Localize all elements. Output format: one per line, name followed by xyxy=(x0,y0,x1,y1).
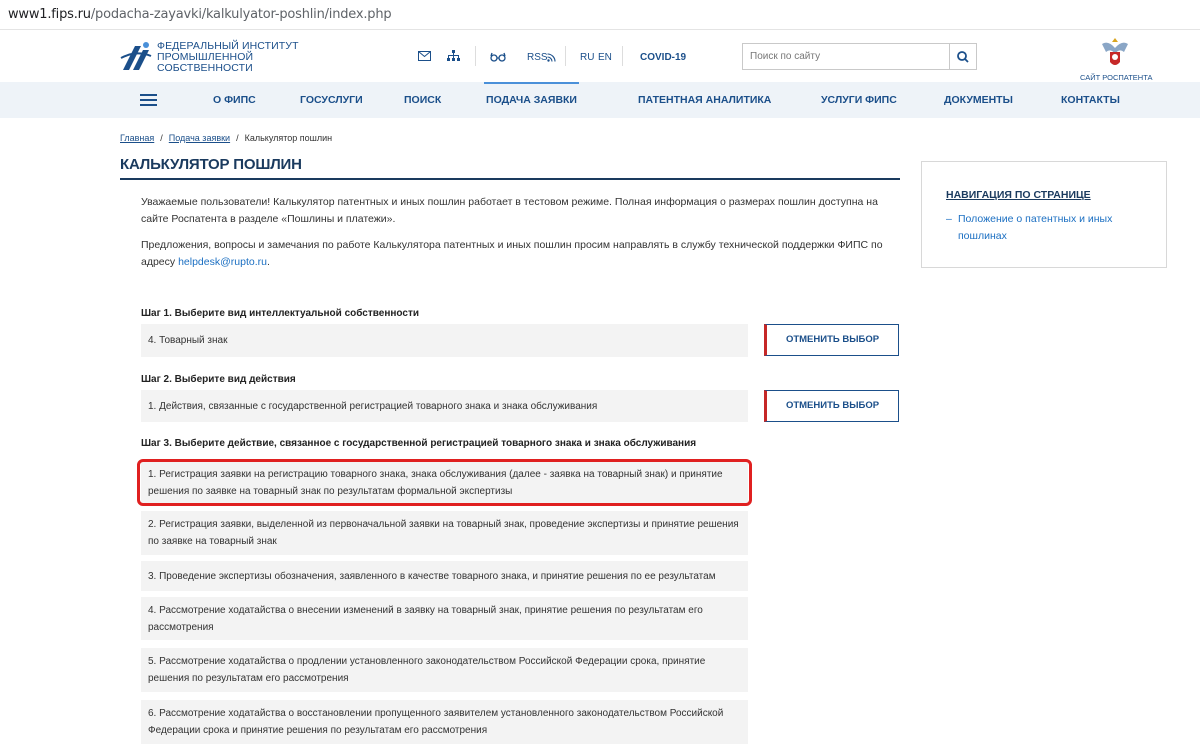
search-icon xyxy=(957,50,969,63)
rss-icon[interactable] xyxy=(547,50,556,65)
main-nav: О ФИПС ГОСУСЛУГИ ПОИСК ПОДАЧА ЗАЯВКИ ПАТ… xyxy=(0,82,1200,118)
title-divider xyxy=(120,178,900,180)
breadcrumb-home-link[interactable]: Главная xyxy=(120,133,154,143)
menu-hamburger-icon[interactable] xyxy=(140,94,157,106)
sitemap-icon[interactable] xyxy=(447,49,460,64)
step1-title: Шаг 1. Выберите вид интеллектуальной соб… xyxy=(141,308,419,319)
header-divider xyxy=(622,46,623,66)
action-option[interactable]: 4. Рассмотрение ходатайства о внесении и… xyxy=(141,597,748,640)
support-paragraph: Предложения, вопросы и замечания по рабо… xyxy=(141,239,883,268)
rospatent-site-link[interactable]: САЙТ РОСПАТЕНТА xyxy=(1080,38,1153,83)
lang-ru[interactable]: RU xyxy=(580,52,594,63)
url-text[interactable]: www1.fips.ru/podacha-zayavki/kalkulyator… xyxy=(8,7,392,22)
action-option[interactable]: 1. Регистрация заявки на регистрацию тов… xyxy=(141,461,748,504)
search-button[interactable] xyxy=(949,44,976,69)
step3-title: Шаг 3. Выберите действие, связанное с го… xyxy=(141,438,697,449)
page-navigation-heading: НАВИГАЦИЯ ПО СТРАНИЦЕ xyxy=(946,189,1091,201)
step1-selected-value: 4. Товарный знак xyxy=(141,324,748,357)
page-title: КАЛЬКУЛЯТОР ПОШЛИН xyxy=(120,156,302,173)
fips-logo[interactable]: ФЕДЕРАЛЬНЫЙ ИНСТИТУТ ПРОМЫШЛЕННОЙ СОБСТВ… xyxy=(119,40,299,80)
rss-link[interactable]: RSS xyxy=(527,52,548,63)
step1-cancel-button[interactable]: ОТМЕНИТЬ ВЫБОР xyxy=(764,324,899,356)
helpdesk-email-link[interactable]: helpdesk@rupto.ru xyxy=(178,256,267,268)
nav-item-contacts[interactable]: КОНТАКТЫ xyxy=(1061,82,1120,118)
nav-item-about[interactable]: О ФИПС xyxy=(213,82,256,118)
page-navigation-panel: НАВИГАЦИЯ ПО СТРАНИЦЕ Положение о патент… xyxy=(921,161,1167,268)
step2-title: Шаг 2. Выберите вид действия xyxy=(141,374,296,385)
rospatent-emblem-icon xyxy=(1102,38,1128,65)
page-navigation-link[interactable]: Положение о патентных и иных пошлинах xyxy=(946,211,1148,245)
covid-link[interactable]: COVID-19 xyxy=(640,52,686,63)
header-divider xyxy=(475,46,476,66)
nav-item-patent-analytics[interactable]: ПАТЕНТНАЯ АНАЛИТИКА xyxy=(638,82,771,118)
step2-cancel-button[interactable]: ОТМЕНИТЬ ВЫБОР xyxy=(764,390,899,422)
browser-address-bar[interactable]: www1.fips.ru/podacha-zayavki/kalkulyator… xyxy=(0,0,1200,30)
breadcrumb-section-link[interactable]: Подача заявки xyxy=(169,133,230,143)
action-option[interactable]: 5. Рассмотрение ходатайства о продлении … xyxy=(141,648,748,692)
site-search xyxy=(742,43,977,70)
lang-en[interactable]: EN xyxy=(598,52,612,63)
fips-emblem-icon xyxy=(120,42,152,70)
accessibility-glasses-icon[interactable] xyxy=(490,50,506,65)
breadcrumb-current: Калькулятор пошлин xyxy=(244,133,333,143)
step2-selected-value: 1. Действия, связанные с государственной… xyxy=(141,390,748,422)
mail-icon[interactable] xyxy=(418,49,431,64)
breadcrumb: Главная / Подача заявки / Калькулятор пошлин xyxy=(120,133,333,143)
nav-item-documents[interactable]: ДОКУМЕНТЫ xyxy=(944,82,1013,118)
header-divider xyxy=(565,46,566,66)
site-header: ФЕДЕРАЛЬНЫЙ ИНСТИТУТ ПРОМЫШЛЕННОЙ СОБСТВ… xyxy=(0,30,1200,82)
action-option[interactable]: 2. Регистрация заявки, выделенной из пер… xyxy=(141,511,748,555)
action-option[interactable]: 3. Проведение экспертизы обозначения, за… xyxy=(141,561,748,591)
intro-paragraph: Уважаемые пользователи! Калькулятор пате… xyxy=(141,196,878,225)
nav-item-fips-services[interactable]: УСЛУГИ ФИПС xyxy=(821,82,897,118)
nav-item-search[interactable]: ПОИСК xyxy=(404,82,441,118)
action-option[interactable]: 6. Рассмотрение ходатайства о восстановл… xyxy=(141,700,748,744)
rospatent-label: САЙТ РОСПАТЕНТА xyxy=(1080,73,1153,82)
logo-text: ФЕДЕРАЛЬНЫЙ ИНСТИТУТ ПРОМЫШЛЕННОЙ СОБСТВ… xyxy=(157,40,299,74)
nav-item-gosuslugi[interactable]: ГОСУСЛУГИ xyxy=(300,82,363,118)
nav-item-submit-application[interactable]: ПОДАЧА ЗАЯВКИ xyxy=(484,82,579,118)
search-input[interactable] xyxy=(743,44,943,69)
